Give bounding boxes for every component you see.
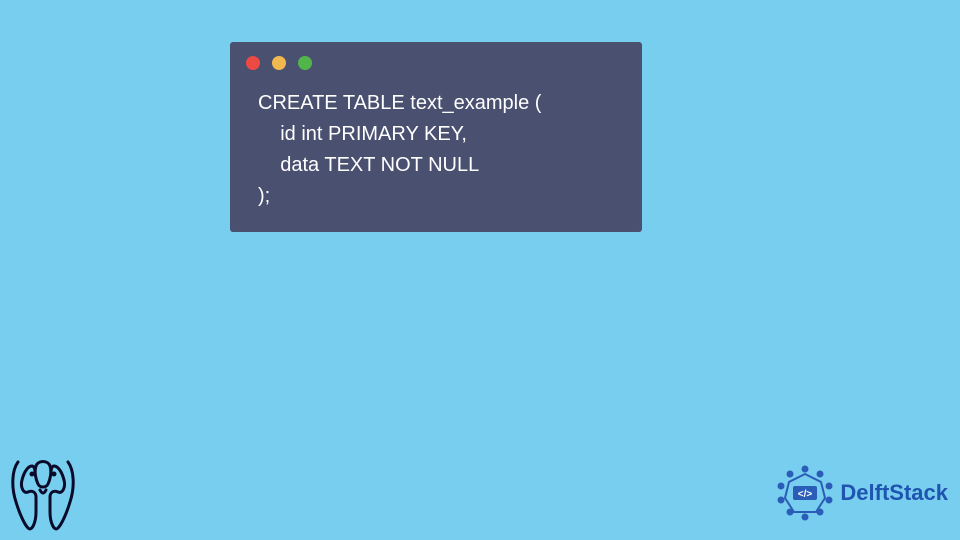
code-line: data TEXT NOT NULL	[258, 154, 479, 176]
code-block: CREATE TABLE text_example ( id int PRIMA…	[230, 80, 642, 212]
delftstack-badge-icon: </>	[776, 464, 834, 522]
delftstack-wordmark: DelftStack	[840, 480, 948, 506]
code-window: CREATE TABLE text_example ( id int PRIMA…	[230, 42, 642, 232]
code-line: );	[258, 185, 270, 207]
maximize-icon	[298, 56, 312, 70]
code-line: id int PRIMARY KEY,	[258, 123, 467, 145]
close-icon	[246, 56, 260, 70]
svg-text:</>: </>	[798, 489, 813, 500]
window-titlebar	[230, 42, 642, 80]
minimize-icon	[272, 56, 286, 70]
code-line: CREATE TABLE text_example (	[258, 92, 541, 114]
delftstack-logo: </> DelftStack	[776, 464, 948, 522]
postgresql-logo-icon	[6, 452, 80, 534]
